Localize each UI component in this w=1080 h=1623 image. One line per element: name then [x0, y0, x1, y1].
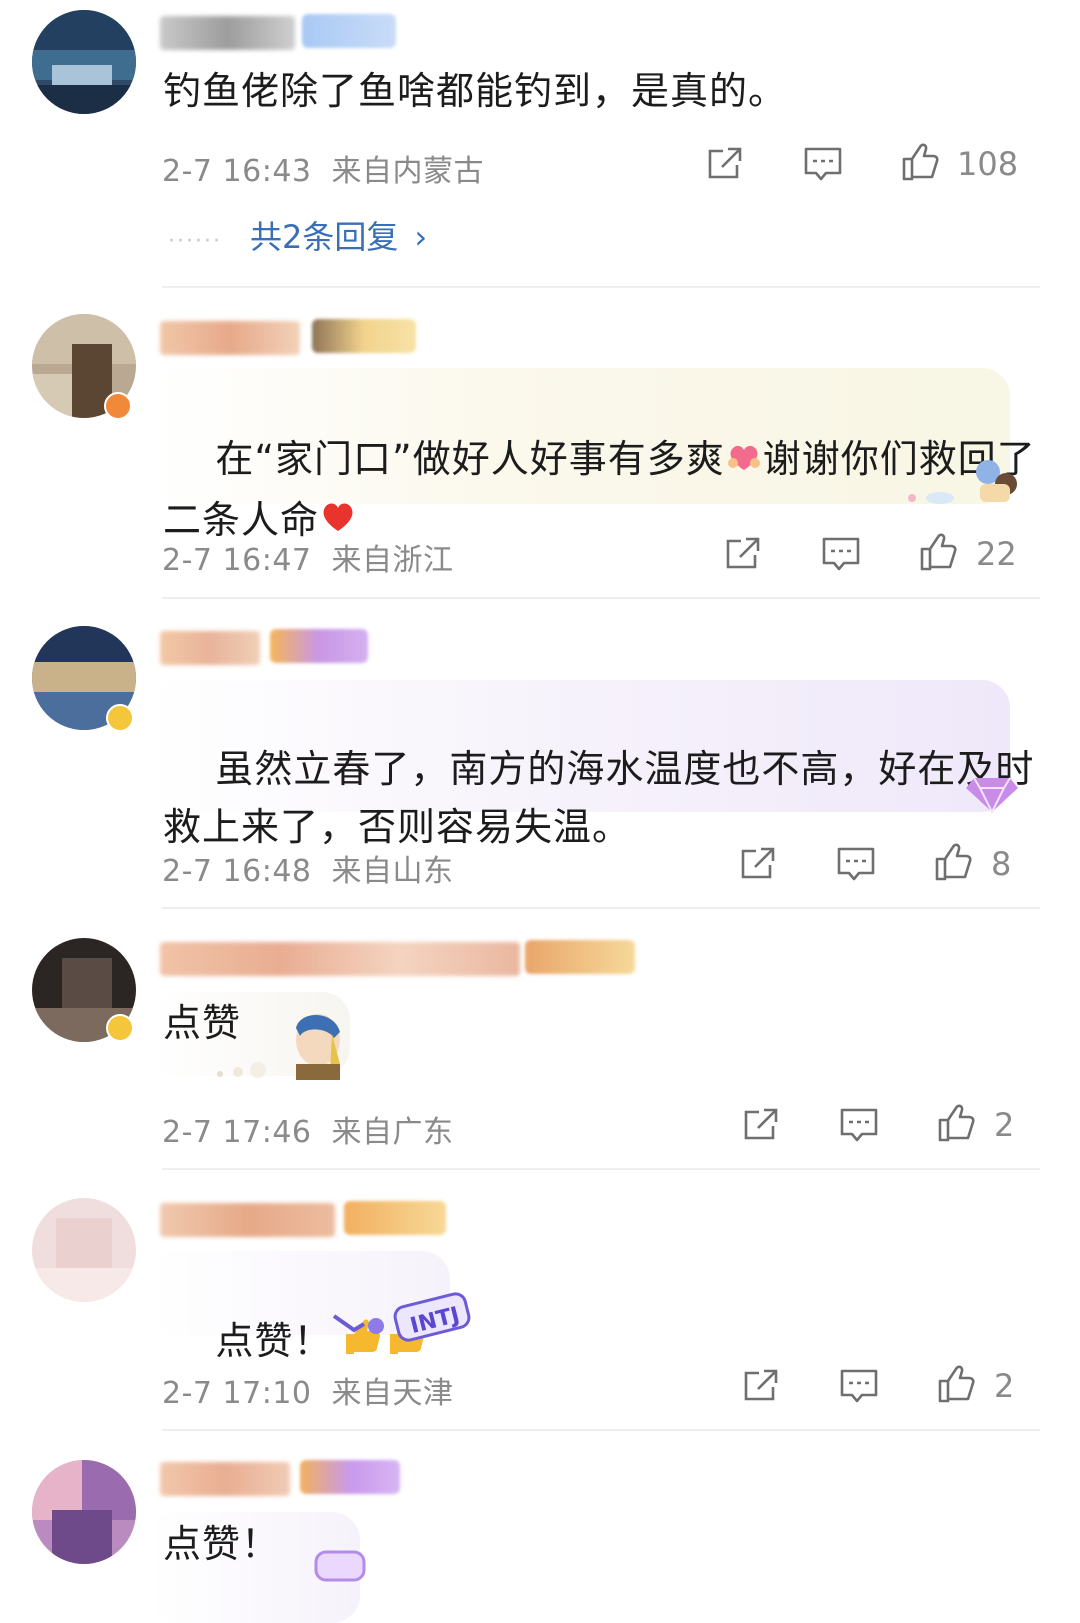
- share-icon[interactable]: [737, 843, 779, 885]
- comment-icon[interactable]: [838, 1365, 880, 1407]
- comment-meta: 2-7 16:43 来自内蒙古: [162, 146, 484, 190]
- divider: [162, 597, 1040, 599]
- username[interactable]: [160, 942, 520, 976]
- divider: [162, 1429, 1040, 1431]
- comment-time: 2-7 16:48: [162, 854, 312, 889]
- share-icon[interactable]: [740, 1104, 782, 1146]
- username[interactable]: [160, 631, 260, 665]
- comment-time: 2-7 16:43: [162, 154, 312, 189]
- user-badge: [312, 319, 416, 353]
- replies-dots: ······: [168, 229, 222, 254]
- thumbs-up-icon[interactable]: [936, 1363, 978, 1405]
- avatar-badge: [106, 1014, 134, 1042]
- comment-text-part: 在“家门口”做好人好事有多爽: [215, 437, 725, 481]
- comment-icon[interactable]: [838, 1104, 880, 1146]
- username[interactable]: [160, 16, 295, 50]
- avatar-badge: [104, 392, 132, 420]
- username[interactable]: [160, 1462, 290, 1496]
- comment-icon[interactable]: [835, 843, 877, 885]
- divider: [162, 286, 1040, 288]
- comment-location: 来自浙江: [331, 543, 454, 578]
- comment-meta: 2-7 17:46 来自广东: [162, 1107, 454, 1151]
- pearl-earring-girl-sticker: [200, 1004, 350, 1080]
- comment-meta: 2-7 16:47 来自浙江: [162, 535, 454, 579]
- comment-text-part: 虽然立春了，南方的海水温度也不高，好在及时: [215, 747, 1035, 791]
- username[interactable]: [160, 321, 300, 355]
- like-count: 22: [976, 535, 1017, 573]
- user-badge: [525, 940, 635, 974]
- comment-time: 2-7 17:46: [162, 1115, 312, 1150]
- comment-text-part: 救上来了，否则容易失温。: [163, 805, 632, 849]
- avatar[interactable]: [32, 1198, 136, 1302]
- intj-sticker: INTJ: [330, 1286, 475, 1346]
- user-badge: [302, 14, 396, 48]
- cartoon-sticker: [900, 454, 1020, 510]
- comment-meta: 2-7 17:10 来自天津: [162, 1368, 454, 1412]
- avatar[interactable]: [32, 10, 136, 114]
- thumbs-up-icon[interactable]: [936, 1102, 978, 1144]
- comment-location: 来自广东: [331, 1115, 454, 1150]
- divider: [162, 907, 1040, 909]
- user-badge: [300, 1460, 400, 1494]
- replies-label: 共2条回复: [249, 218, 399, 256]
- like-count: 2: [994, 1106, 1015, 1144]
- user-badge: [344, 1201, 446, 1235]
- like-count: 2: [994, 1367, 1015, 1405]
- avatar[interactable]: [32, 1460, 136, 1564]
- user-badge: [270, 629, 368, 663]
- like-count: 8: [991, 845, 1012, 883]
- comment-meta: 2-7 16:48 来自山东: [162, 846, 454, 890]
- comment-icon[interactable]: [802, 143, 844, 185]
- comment-time: 2-7 17:10: [162, 1376, 312, 1411]
- chevron-right-icon: ›: [414, 218, 428, 256]
- diamond-sticker: [960, 764, 1024, 815]
- thumbs-up-icon[interactable]: [918, 531, 960, 573]
- comment-location: 来自天津: [331, 1376, 454, 1411]
- share-icon[interactable]: [740, 1365, 782, 1407]
- share-icon[interactable]: [722, 533, 764, 575]
- username[interactable]: [160, 1203, 335, 1237]
- comment-text-part: 点赞！: [215, 1319, 333, 1363]
- divider: [162, 1168, 1040, 1170]
- comment-time: 2-7 16:47: [162, 543, 312, 578]
- comment-icon[interactable]: [820, 533, 862, 575]
- heart-hands-emoji: [725, 433, 763, 491]
- thumbs-up-icon[interactable]: [933, 841, 975, 883]
- comment-location: 来自山东: [331, 854, 454, 889]
- thumbs-up-icon[interactable]: [900, 141, 942, 183]
- view-replies-link[interactable]: ······ 共2条回复 ›: [168, 212, 427, 258]
- badge-sticker: [310, 1546, 370, 1586]
- comment-text: 钓鱼佬除了鱼啥都能钓到，是真的。: [163, 69, 788, 113]
- like-count: 108: [957, 145, 1019, 183]
- comment-text: 点赞！: [163, 1522, 281, 1566]
- comment-location: 来自内蒙古: [331, 154, 485, 189]
- share-icon[interactable]: [704, 143, 746, 185]
- avatar-badge: [106, 704, 134, 732]
